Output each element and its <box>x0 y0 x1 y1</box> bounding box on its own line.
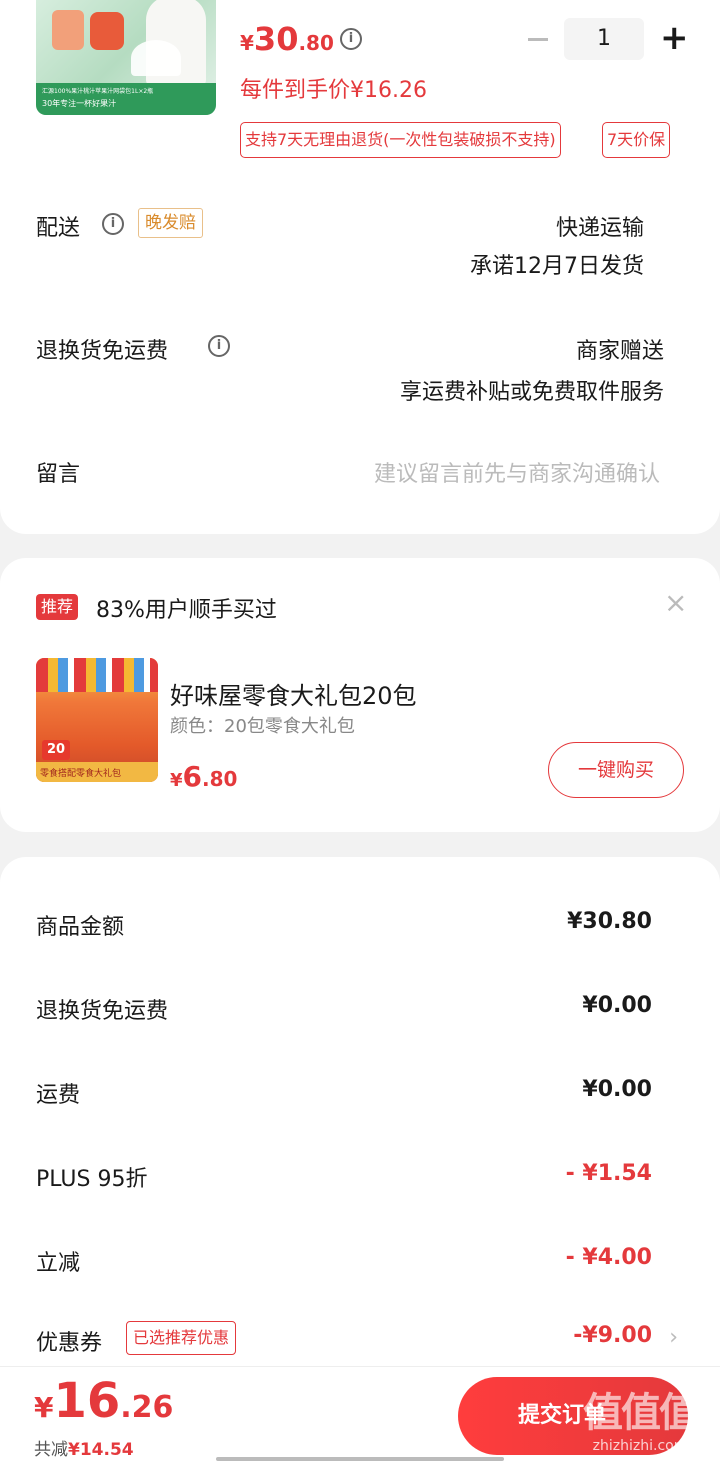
saved-prefix: 共减 <box>34 1440 68 1460</box>
summary-label: 立减 <box>36 1251 81 1276</box>
coupon-label[interactable]: 优惠券 <box>36 1325 102 1357</box>
saved-value: ¥14.54 <box>68 1440 134 1460</box>
info-icon[interactable]: i <box>208 335 230 357</box>
return-shipping-value: 商家赠送 <box>575 339 664 364</box>
price-dec: .80 <box>298 31 334 55</box>
home-indicator[interactable] <box>216 1457 504 1461</box>
order-item-card: 汇源100%果汁桃汁苹果汁网袋包1L×2瓶 30年专注一杯好果汁 ¥30.80 … <box>0 0 720 534</box>
recommend-product-price: ¥6.80 <box>170 760 237 793</box>
total-price: ¥16.26 <box>34 1373 173 1429</box>
recommend-card: 推荐 83%用户顺手买过 × 20 零食搭配零食大礼包 好味屋零食大礼包20包 … <box>0 558 720 832</box>
pack-count: 20 <box>42 740 70 760</box>
summary-value: ¥30.80 <box>567 909 652 934</box>
recommend-product-spec: 颜色：20包零食大礼包 <box>170 716 355 737</box>
message-label: 留言 <box>36 462 81 487</box>
snack-packs-image <box>36 658 158 692</box>
recommend-text: 83%用户顺手买过 <box>96 598 277 623</box>
chevron-right-icon[interactable]: › <box>669 1325 678 1350</box>
product-image[interactable]: 汇源100%果汁桃汁苹果汁网袋包1L×2瓶 30年专注一杯好果汁 <box>36 0 216 115</box>
one-click-buy-button[interactable]: 一键购买 <box>548 742 684 798</box>
price-symbol: ¥ <box>170 770 183 791</box>
message-input[interactable]: 建议留言前先与商家沟通确认 <box>374 456 660 488</box>
price-summary-card: 商品金额 ¥30.80 退换货免运费 ¥0.00 运费 ¥0.00 PLUS 9… <box>0 857 720 1397</box>
return-shipping-desc: 享运费补贴或免费取件服务 <box>399 380 664 405</box>
summary-value: ¥0.00 <box>582 993 652 1018</box>
summary-value: ¥0.00 <box>582 1077 652 1102</box>
price-symbol: ¥ <box>34 1391 54 1424</box>
price-int: 16 <box>53 1373 121 1429</box>
total-saved: 共减¥14.54 <box>34 1435 134 1460</box>
delivery-method[interactable]: 快递运输 <box>556 210 644 242</box>
price-int: 30 <box>253 20 299 58</box>
watermark-logo: 值值值 <box>583 1390 699 1436</box>
image-caption: 汇源100%果汁桃汁苹果汁网袋包1L×2瓶 <box>42 88 154 95</box>
coupon-badge: 已选推荐优惠 <box>126 1321 237 1355</box>
summary-value: - ¥1.54 <box>565 1161 652 1186</box>
coupon-value[interactable]: -¥9.00 <box>573 1323 652 1348</box>
watermark-url: zhizhizhi.com <box>592 1438 688 1454</box>
recommend-product-title[interactable]: 好味屋零食大礼包20包 <box>170 676 417 711</box>
summary-label: 商品金额 <box>36 915 125 940</box>
return-policy-tag: 支持7天无理由退货(一次性包装破损不支持) <box>240 122 561 158</box>
summary-label: 退换货免运费 <box>36 999 169 1024</box>
delivery-label: 配送 <box>36 216 81 241</box>
per-item-price: 每件到手价¥16.26 <box>240 78 427 103</box>
price-dec: .80 <box>202 767 238 791</box>
image-caption: 零食搭配零食大礼包 <box>40 769 122 779</box>
price-symbol: ¥ <box>240 31 254 55</box>
decrease-quantity-button[interactable] <box>528 38 548 41</box>
fruit-image <box>90 12 124 50</box>
product-price: ¥30.80 <box>240 20 334 58</box>
summary-value: - ¥4.00 <box>565 1245 652 1270</box>
quantity-field[interactable]: 1 <box>564 18 644 60</box>
summary-label: 运费 <box>36 1083 81 1108</box>
info-icon[interactable]: i <box>340 28 362 50</box>
price-dec: .26 <box>120 1390 174 1425</box>
delivery-promise: 承诺12月7日发货 <box>470 254 644 279</box>
summary-label: PLUS 95折 <box>36 1167 148 1192</box>
image-caption: 30年专注一杯好果汁 <box>42 99 117 108</box>
info-icon[interactable]: i <box>102 213 124 235</box>
recommend-product-image[interactable]: 20 零食搭配零食大礼包 <box>36 658 158 782</box>
fan-image <box>131 40 181 76</box>
return-shipping-label: 退换货免运费 <box>36 339 169 364</box>
late-compensation-badge: 晚发赔 <box>138 208 203 238</box>
close-icon[interactable]: × <box>664 586 687 619</box>
increase-quantity-button[interactable]: + <box>660 18 689 60</box>
price-int: 6 <box>182 760 203 793</box>
price-protect-tag: 7天价保 <box>602 122 671 158</box>
recommend-badge: 推荐 <box>36 594 79 620</box>
watermark: 值值值 zhizhizhi.com <box>570 1380 710 1458</box>
fruit-image <box>52 10 84 50</box>
